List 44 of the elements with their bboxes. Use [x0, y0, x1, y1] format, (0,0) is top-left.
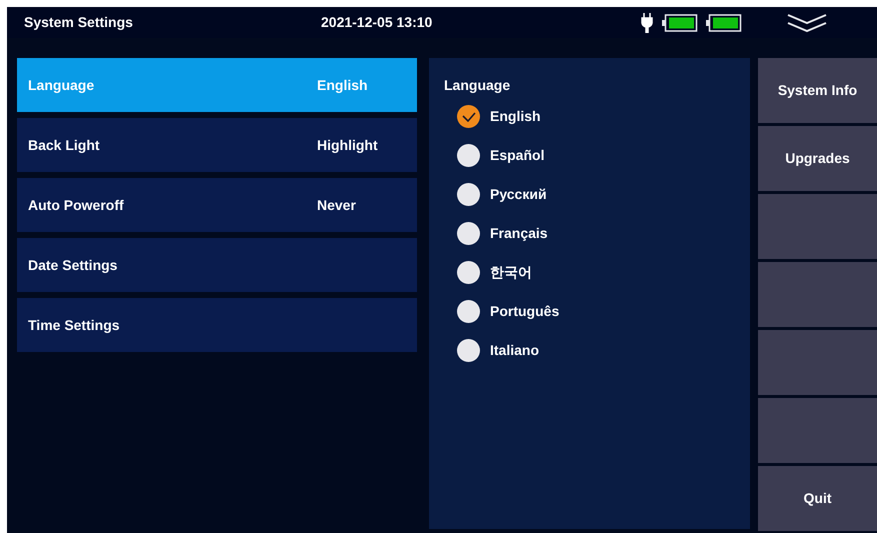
language-option[interactable]: Español — [457, 144, 544, 167]
side-button[interactable]: Upgrades — [758, 126, 877, 191]
language-label: 한국어 — [490, 263, 532, 282]
setting-label: Back Light — [28, 136, 101, 155]
date-time: 2021-12-05 13:10 — [321, 13, 434, 32]
battery-icon — [662, 14, 698, 32]
window-title: System Settings — [24, 13, 134, 32]
language-option[interactable]: Français — [457, 222, 548, 245]
language-label: Français — [490, 224, 548, 243]
setting-label: Time Settings — [28, 316, 121, 335]
setting-label: Language — [28, 76, 96, 95]
plug-icon — [641, 12, 653, 32]
setting-value: Highlight — [317, 136, 378, 155]
language-label: Español — [490, 146, 544, 165]
settings-row[interactable]: Date Settings — [17, 238, 417, 292]
language-label: Русский — [490, 185, 547, 204]
side-button[interactable]: System Info — [758, 58, 877, 123]
panel-title: Language — [444, 76, 510, 95]
settings-row[interactable]: Auto Poweroff Never — [17, 178, 417, 232]
language-label: Italiano — [490, 341, 540, 360]
language-label: Português — [490, 302, 560, 321]
language-label: English — [490, 107, 541, 126]
radio-button[interactable] — [457, 300, 480, 323]
radio-button[interactable] — [457, 144, 480, 167]
radio-button[interactable] — [457, 261, 480, 284]
battery-icon — [706, 14, 742, 32]
setting-label: Date Settings — [28, 256, 118, 275]
setting-label: Auto Poweroff — [28, 196, 125, 214]
radio-button[interactable] — [457, 339, 480, 362]
side-button[interactable]: Quit — [758, 466, 877, 531]
language-option[interactable]: Italiano — [457, 339, 540, 362]
language-option[interactable]: Русский — [457, 183, 547, 206]
setting-value: English — [317, 76, 368, 95]
language-option[interactable]: Português — [457, 300, 560, 323]
radio-button[interactable] — [457, 183, 480, 206]
checkmark-icon — [462, 112, 476, 122]
settings-row[interactable]: Time Settings — [17, 298, 417, 352]
setting-value: Never — [317, 196, 356, 214]
radio-button[interactable] — [457, 105, 480, 128]
settings-row[interactable]: Back Light Highlight — [17, 118, 417, 172]
language-option[interactable]: English — [457, 105, 541, 128]
radio-button[interactable] — [457, 222, 480, 245]
double-chevron-down-icon[interactable] — [786, 12, 828, 32]
language-option[interactable]: 한국어 — [457, 261, 532, 284]
